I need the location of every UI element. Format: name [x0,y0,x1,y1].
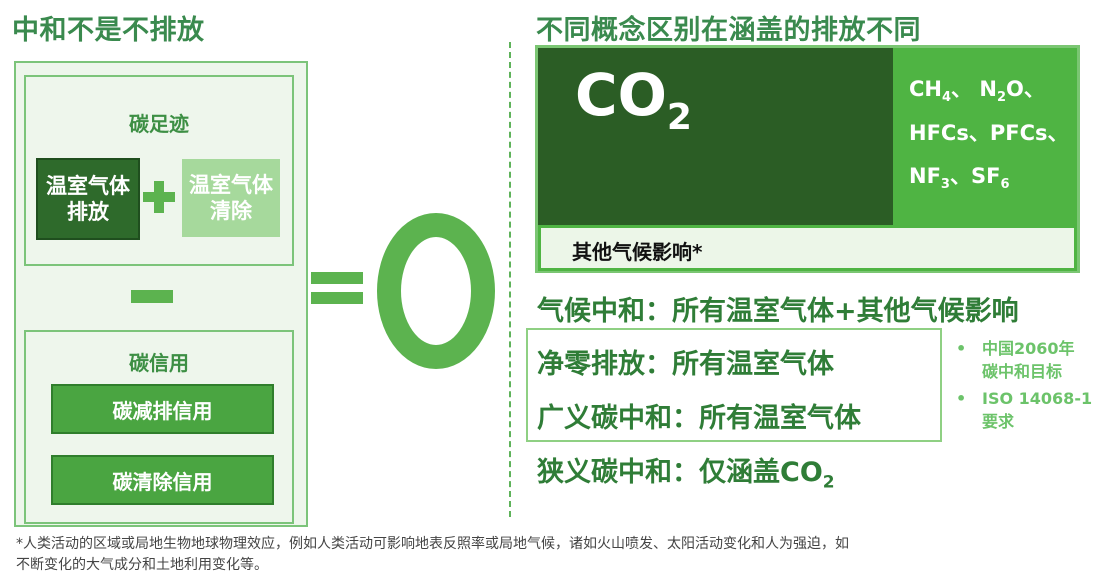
equals-icon [311,272,363,304]
emission-line2: 排放 [67,200,109,224]
net-zero-row: 净零排放：所有温室气体 [537,349,834,380]
footnote-line2: 不断变化的大气成分和土地利用变化等。 [16,557,268,573]
gas-line-2: HFCs、PFCs、 [909,121,1069,145]
zero-icon [377,213,495,369]
emission-box: 温室气体 排放 [36,158,140,240]
co2-label: CO2 [575,61,692,138]
footnote-line1: *人类活动的区域或局地生物地球物理效应，例如人类活动可影响地表反照率或局地气候，… [16,536,849,552]
removal-line1: 温室气体 [189,173,273,197]
minus-icon [131,290,173,303]
other-effects-label: 其他气候影响* [572,240,703,264]
note-item: • ISO 14068-1 要求 [956,389,1093,431]
climate-neutral-row: 气候中和：所有温室气体+其他气候影响 [537,296,1019,327]
note-item: • 中国2060年 碳中和目标 [956,339,1075,381]
footnote: *人类活动的区域或局地生物地球物理效应，例如人类活动可影响地表反照率或局地气候，… [16,534,1106,576]
removal-credit-box: 碳清除信用 [51,455,274,505]
plus-icon [143,181,175,213]
footprint-label: 碳足迹 [129,112,189,136]
note-list: • 中国2060年 碳中和目标 • ISO 14068-1 要求 [956,337,1106,433]
emission-line1: 温室气体 [46,174,130,198]
gas-line-3: NF3、SF6 [909,164,1010,193]
right-title: 不同概念区别在涵盖的排放不同 [536,15,921,46]
removal-line2: 清除 [210,199,252,223]
divider [509,42,511,517]
credit-label: 碳信用 [129,351,189,375]
broad-carbon-neutral-row: 广义碳中和：所有温室气体 [537,403,861,434]
gas-line-1: CH4、 N2O、 [909,77,1045,106]
left-title: 中和不是不排放 [12,15,205,46]
narrow-carbon-neutral-row: 狭义碳中和：仅涵盖CO2 [537,457,835,493]
removal-box: 温室气体 清除 [182,159,280,237]
reduction-credit-box: 碳减排信用 [51,384,274,434]
